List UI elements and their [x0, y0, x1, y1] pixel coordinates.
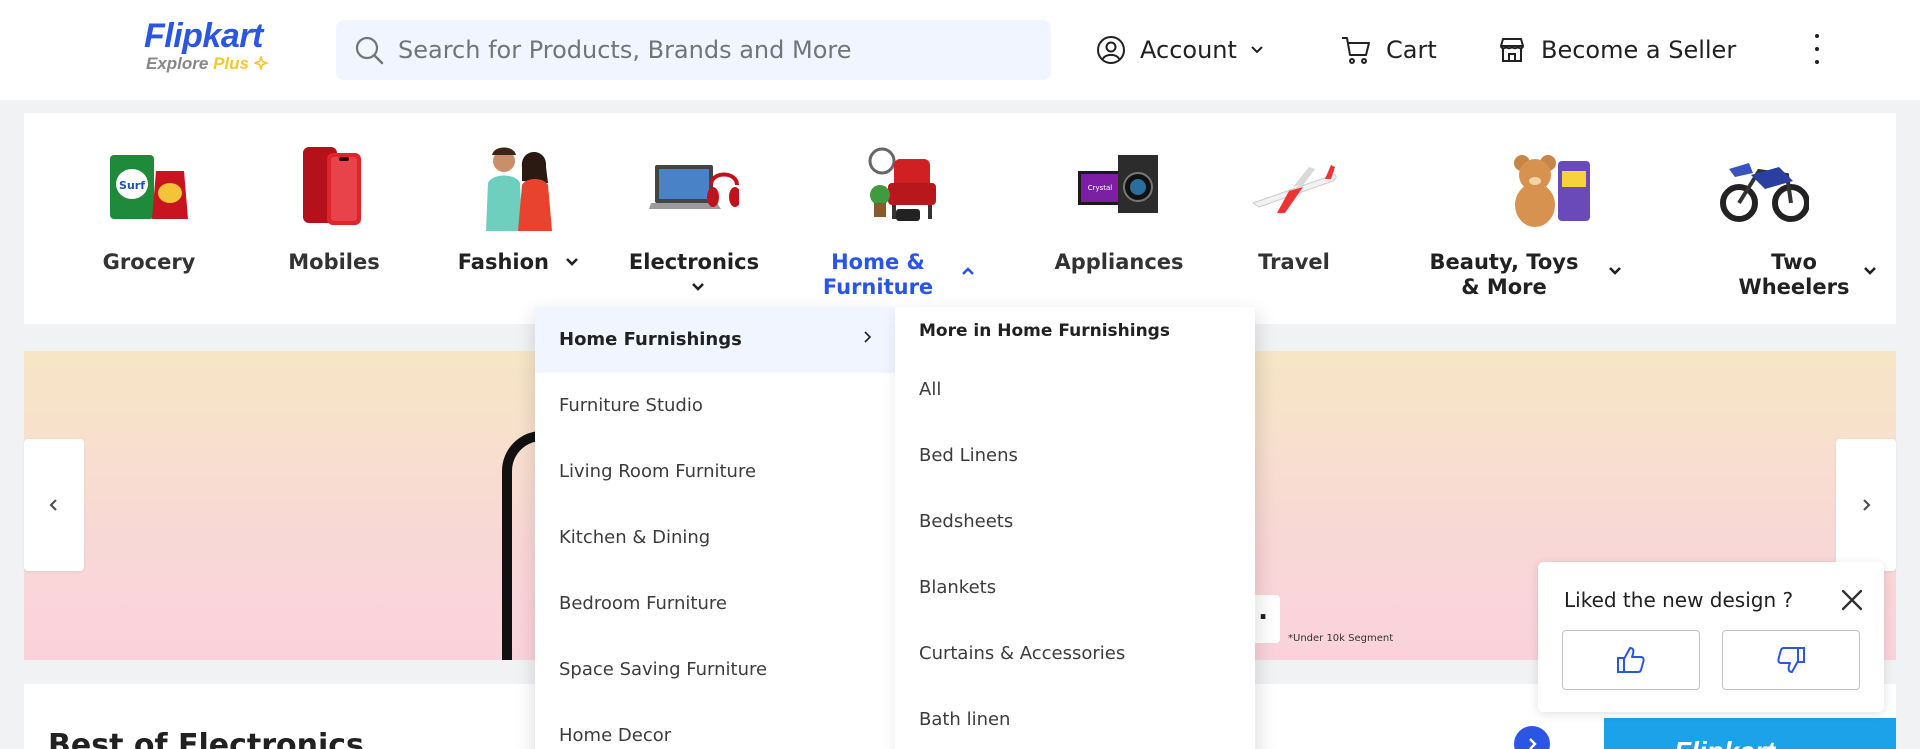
- submenu-title: More in Home Furnishings: [919, 321, 1170, 341]
- category-home-furniture[interactable]: Home & Furniture: [814, 113, 996, 324]
- beauty-toys-image: [1514, 155, 1590, 227]
- account-menu[interactable]: Account: [1096, 30, 1265, 70]
- category-two-wheelers[interactable]: Two Wheelers: [1704, 113, 1896, 324]
- logo-plus: Plus: [213, 54, 249, 73]
- promo-text: Flipkart: [1674, 736, 1775, 749]
- category-name: Appliances: [1054, 250, 1184, 274]
- submenu-item-blankets[interactable]: Blankets: [919, 577, 996, 598]
- chevron-left-icon: [49, 499, 57, 511]
- plus-star-icon: [252, 54, 270, 72]
- menu-item-label: Living Room Furniture: [559, 461, 757, 482]
- cart-link[interactable]: Cart: [1340, 30, 1437, 70]
- seller-label: Become a Seller: [1541, 36, 1737, 64]
- home-furniture-image: [868, 147, 936, 221]
- menu-item-bedroom[interactable]: Bedroom Furniture: [535, 571, 895, 637]
- logo-subtext: Explore Plus: [146, 54, 284, 74]
- feedback-question: Liked the new design ?: [1564, 588, 1794, 612]
- category-name: Electronics: [614, 250, 774, 300]
- electronics-image: [649, 165, 739, 209]
- svg-text:Crystal: Crystal: [1088, 184, 1113, 192]
- home-furniture-dropdown: Home Furnishings Furniture Studio Living…: [535, 307, 895, 749]
- menu-item-furniture-studio[interactable]: Furniture Studio: [535, 373, 895, 439]
- appliances-image: Crystal: [1078, 155, 1158, 213]
- account-label: Account: [1140, 36, 1237, 64]
- submenu-item-bed-linens[interactable]: Bed Linens: [919, 445, 1018, 466]
- chevron-down-icon: [1864, 267, 1876, 275]
- category-bar: Surf Grocery Mobiles Fashion Electronics…: [24, 113, 1896, 324]
- side-promo-card[interactable]: Flipkart: [1604, 718, 1896, 749]
- banner-footnote: *Under 10k Segment: [1288, 633, 1394, 644]
- become-seller-link[interactable]: Become a Seller: [1497, 30, 1736, 70]
- category-label: Fashion: [457, 250, 549, 274]
- category-label: Electronics: [628, 250, 760, 274]
- chevron-down-icon: [1251, 46, 1263, 54]
- cart-icon: [1342, 37, 1370, 64]
- feedback-popup: Liked the new design ?: [1538, 562, 1884, 712]
- search-input[interactable]: [398, 36, 1038, 64]
- home-furnishings-submenu: More in Home Furnishings All Bed Linens …: [895, 307, 1255, 749]
- close-icon[interactable]: [1838, 586, 1866, 614]
- menu-item-label: Home Furnishings: [559, 329, 742, 350]
- chevron-right-icon: [1863, 499, 1871, 511]
- thumbs-up-button[interactable]: [1562, 630, 1700, 690]
- chevron-up-icon[interactable]: [960, 263, 976, 279]
- menu-item-label: Home Decor: [559, 725, 672, 746]
- menu-item-space-saving[interactable]: Space Saving Furniture: [535, 637, 895, 703]
- user-icon: [1097, 36, 1125, 64]
- top-header: Flipkart Explore Plus Account Cart Becom…: [0, 0, 1920, 100]
- grocery-image: Surf: [110, 155, 188, 219]
- category-name: Fashion: [439, 250, 599, 275]
- menu-item-home-decor[interactable]: Home Decor: [535, 703, 895, 749]
- section-next-button[interactable]: [1514, 726, 1550, 749]
- submenu-item-all[interactable]: All: [919, 379, 941, 400]
- two-wheelers-image: [1720, 163, 1809, 222]
- category-electronics[interactable]: Electronics: [614, 113, 774, 324]
- submenu-item-bath-linen[interactable]: Bath linen: [919, 709, 1010, 730]
- travel-image: [1251, 165, 1337, 213]
- mobiles-image: [303, 147, 361, 225]
- store-icon: [1500, 38, 1524, 62]
- category-travel[interactable]: Travel: [1229, 113, 1359, 324]
- menu-item-label: Space Saving Furniture: [559, 659, 768, 680]
- category-name: Beauty, Toys & More: [1429, 250, 1579, 299]
- more-options-icon[interactable]: [1805, 34, 1829, 64]
- menu-item-home-furnishings[interactable]: Home Furnishings: [535, 307, 895, 373]
- category-mobiles[interactable]: Mobiles: [269, 113, 399, 324]
- menu-item-label: Furniture Studio: [559, 395, 703, 416]
- category-name: Grocery: [102, 250, 196, 274]
- chevron-right-icon: [1529, 738, 1537, 749]
- thumbs-down-icon: [1777, 647, 1805, 673]
- submenu-item-bedsheets[interactable]: Bedsheets: [919, 511, 1013, 532]
- menu-item-label: Bedroom Furniture: [559, 593, 727, 614]
- category-name: Mobiles: [288, 250, 380, 274]
- svg-text:Surf: Surf: [119, 179, 145, 192]
- category-beauty-toys[interactable]: Beauty, Toys & More: [1419, 113, 1659, 324]
- section-title: Best of Electronics: [48, 728, 364, 749]
- search-bar[interactable]: [336, 20, 1051, 80]
- fashion-image: [486, 147, 552, 231]
- search-icon[interactable]: [354, 35, 384, 65]
- flipkart-logo[interactable]: Flipkart Explore Plus: [144, 18, 284, 78]
- category-fashion[interactable]: Fashion: [439, 113, 599, 324]
- category-grocery[interactable]: Surf Grocery: [84, 113, 214, 324]
- category-appliances[interactable]: Crystal Appliances: [1044, 113, 1194, 324]
- menu-item-living-room[interactable]: Living Room Furniture: [535, 439, 895, 505]
- chevron-down-icon: [1609, 267, 1621, 275]
- submenu-item-curtains[interactable]: Curtains & Accessories: [919, 643, 1125, 664]
- category-name: Two Wheelers: [1738, 250, 1850, 299]
- chevron-down-icon: [566, 258, 579, 266]
- logo-text: Flipkart: [144, 17, 263, 55]
- chevron-right-icon: [864, 331, 872, 343]
- menu-item-label: Kitchen & Dining: [559, 527, 711, 548]
- menu-item-kitchen-dining[interactable]: Kitchen & Dining: [535, 505, 895, 571]
- chevron-down-icon: [692, 283, 704, 291]
- category-name: Travel: [1258, 250, 1330, 274]
- thumbs-down-button[interactable]: [1722, 630, 1860, 690]
- category-name: Home & Furniture: [822, 250, 934, 299]
- logo-explore: Explore: [146, 54, 209, 73]
- cart-label: Cart: [1386, 36, 1437, 64]
- thumbs-up-icon: [1617, 647, 1645, 673]
- banner-next-button[interactable]: [1836, 439, 1896, 571]
- banner-prev-button[interactable]: [24, 439, 84, 571]
